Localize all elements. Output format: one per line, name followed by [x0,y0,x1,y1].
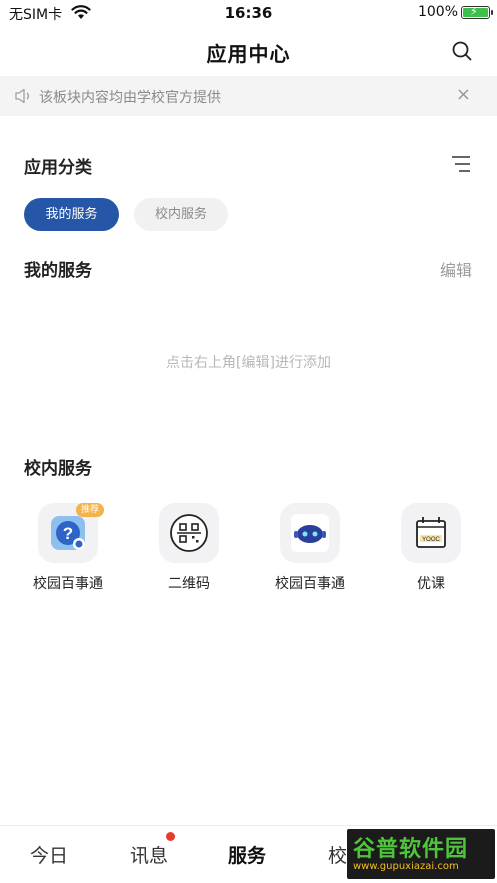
app-grid: ? 推荐 校园百事通 二维码 校园百事通 YOOC 优课 [8,503,491,603]
page-title: 应用中心 [206,42,291,66]
app-icon-box [280,503,340,563]
tab-my-services[interactable]: 我的服务 [24,198,119,231]
nav-bar: 应用中心 [0,26,497,76]
app-label: 二维码 [168,576,210,592]
watermark-url: www.gupuxiazai.com [353,861,459,872]
robot-icon [291,514,329,552]
app-label: 校园百事通 [33,576,103,592]
app-icon-box [159,503,219,563]
app-item-yooc[interactable]: YOOC 优课 [371,503,491,593]
speaker-icon [15,88,29,104]
tab-services[interactable]: 服务 [228,841,266,868]
qr-scan-icon [170,514,208,552]
app-center-page: 无SIM卡 16:36 100% ⚡ 应用中心 该板块内容均由学校官方提供 × … [0,0,497,883]
battery-percent: 100% [417,4,458,20]
status-bar: 无SIM卡 16:36 100% ⚡ [0,0,497,26]
svg-text:YOOC: YOOC [422,537,440,543]
svg-text:?: ? [63,524,73,543]
notification-dot [166,832,175,841]
edit-button[interactable]: 编辑 [440,257,472,281]
app-icon-box: ? 推荐 [38,503,104,563]
search-icon[interactable] [451,40,473,62]
sort-menu-icon[interactable] [451,155,471,173]
app-label: 优课 [417,576,445,592]
watermark-title: 谷普软件园 [353,837,469,862]
tab-campus[interactable]: 校 [328,841,347,868]
tab-today[interactable]: 今日 [30,841,68,868]
my-services-title: 我的服务 [24,261,92,281]
app-item-qrcode[interactable]: 二维码 [129,503,249,593]
app-label: 校园百事通 [275,576,345,592]
site-watermark: 谷普软件园 www.gupuxiazai.com [347,829,495,879]
tab-messages[interactable]: 讯息 [130,841,168,868]
notice-text: 该板块内容均由学校官方提供 [39,90,221,106]
yooc-calendar-icon: YOOC [416,517,446,548]
battery-icon: ⚡ [461,5,493,19]
charging-bolt-icon: ⚡ [470,5,478,18]
campus-services-title: 校内服务 [24,459,92,479]
app-item-baishitong-robot[interactable]: 校园百事通 [250,503,370,593]
recommend-badge: 推荐 [75,503,104,517]
app-icon-box: YOOC [401,503,461,563]
category-title: 应用分类 [24,158,92,178]
empty-hint: 点击右上角[编辑]进行添加 [166,355,331,371]
close-notice-button[interactable]: × [456,85,471,105]
app-item-baishitong[interactable]: ? 推荐 校园百事通 [8,503,128,593]
tab-campus-services[interactable]: 校内服务 [134,198,228,231]
notice-banner: 该板块内容均由学校官方提供 × [0,76,497,116]
